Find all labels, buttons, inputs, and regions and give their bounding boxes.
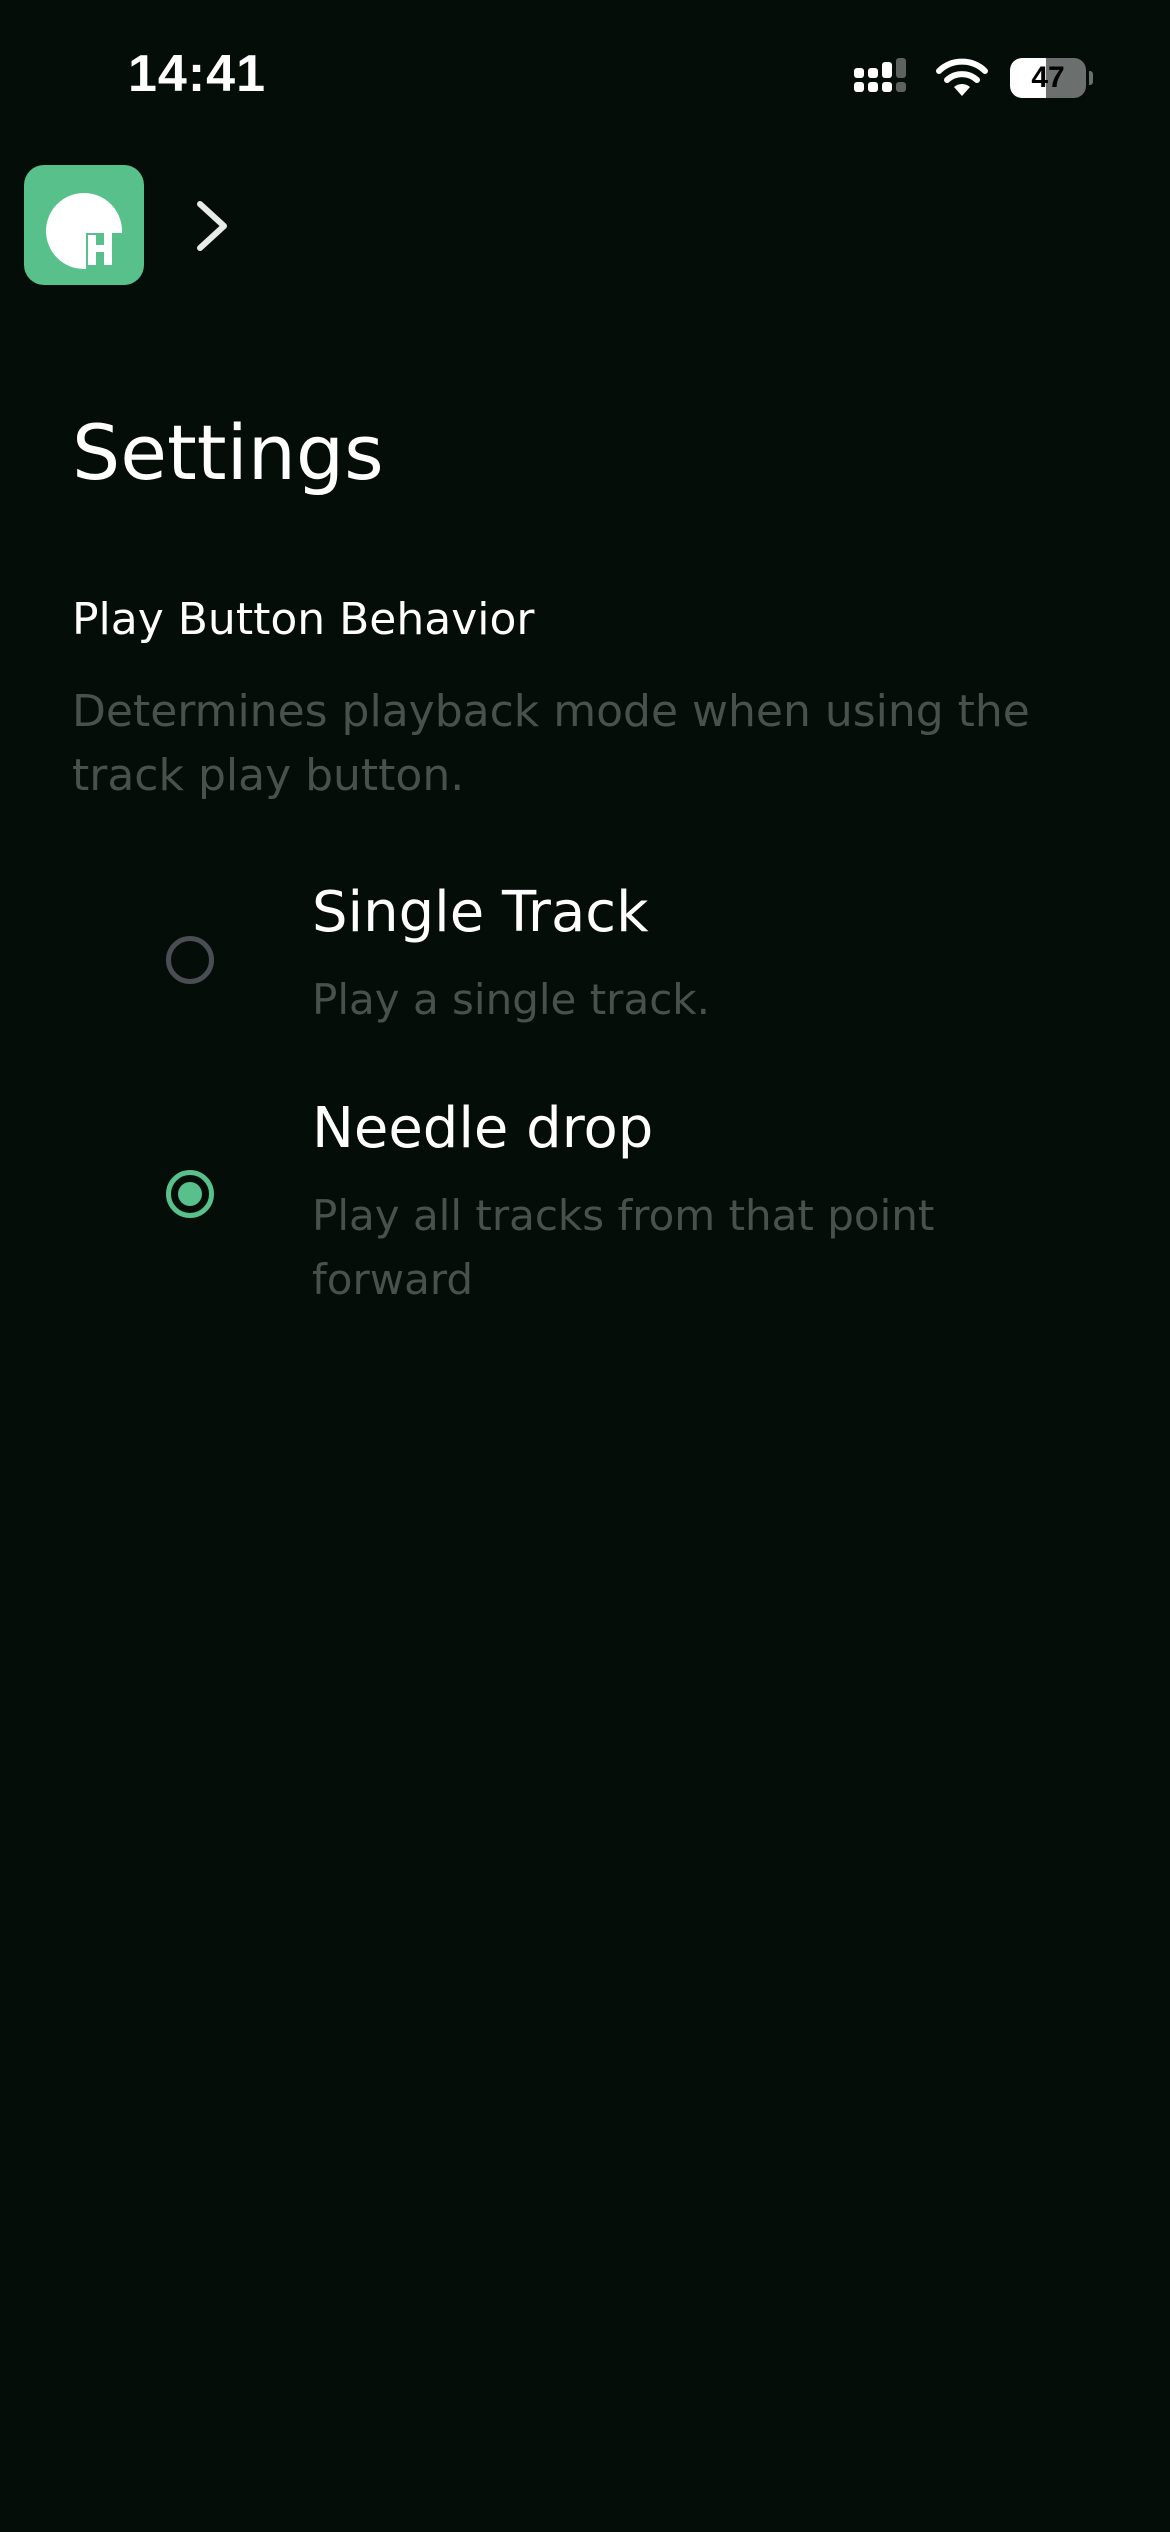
- option-needle-drop[interactable]: Needle drop Play all tracks from that po…: [140, 1096, 1100, 1326]
- option-label: Needle drop: [312, 1096, 654, 1161]
- app-logo-icon: [46, 193, 134, 281]
- status-bar: 14:41 47: [0, 0, 1170, 150]
- option-single-track[interactable]: Single Track Play a single track.: [140, 880, 1100, 1050]
- status-time: 14:41: [128, 45, 266, 103]
- battery-indicator: 47: [1010, 58, 1093, 98]
- wifi-icon: [936, 58, 988, 96]
- page-title: Settings: [72, 408, 384, 497]
- option-description: Play all tracks from that point forward: [312, 1191, 935, 1304]
- section-description: Determines playback mode when using the …: [72, 686, 1030, 801]
- battery-level-text: 47: [1031, 61, 1065, 94]
- option-label: Single Track: [312, 880, 649, 945]
- section-heading: Play Button Behavior: [72, 594, 535, 645]
- radio-single-track[interactable]: [166, 936, 214, 984]
- app-logo[interactable]: [24, 165, 144, 285]
- radio-needle-drop[interactable]: [166, 1170, 214, 1218]
- option-description: Play a single track.: [312, 975, 710, 1024]
- chevron-right-icon[interactable]: [188, 196, 238, 256]
- cellular-signal-icon: [854, 58, 906, 92]
